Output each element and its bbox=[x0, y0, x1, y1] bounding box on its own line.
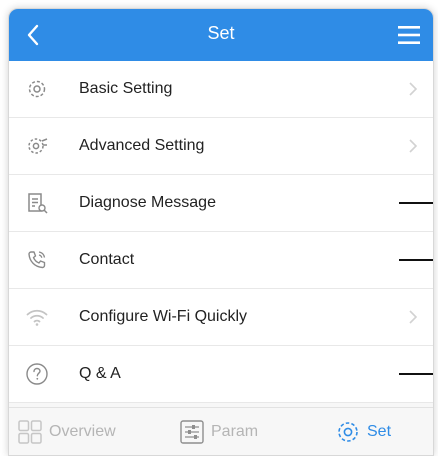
annotation-pointer-line bbox=[399, 373, 433, 375]
page-title: Set bbox=[207, 23, 235, 43]
settings-list: Basic Setting Advanced Setting Diagnose … bbox=[9, 61, 433, 403]
top-bar: Set bbox=[9, 9, 433, 61]
sliders-icon bbox=[180, 420, 204, 444]
menu-item-diagnose-message[interactable]: Diagnose Message bbox=[9, 175, 433, 232]
grid-icon bbox=[18, 420, 42, 444]
annotation-pointer-line bbox=[399, 259, 433, 261]
app-window: Set Basic Setting Advanced Setting Diagn… bbox=[8, 8, 434, 456]
advanced-gear-icon bbox=[25, 134, 49, 158]
menu-item-qa[interactable]: Q & A bbox=[9, 346, 433, 403]
tab-set[interactable]: Set bbox=[335, 408, 392, 455]
phone-icon bbox=[25, 248, 49, 272]
menu-item-label: Diagnose Message bbox=[79, 194, 216, 211]
menu-button[interactable] bbox=[393, 19, 425, 51]
menu-item-label: Advanced Setting bbox=[79, 137, 205, 154]
menu-item-advanced-setting[interactable]: Advanced Setting bbox=[9, 118, 433, 175]
annotation-pointer-line bbox=[399, 202, 433, 204]
tab-param[interactable]: Param bbox=[179, 408, 259, 455]
menu-item-label: Contact bbox=[79, 251, 135, 268]
bottom-tab-bar: Overview Param Set bbox=[9, 407, 433, 455]
tab-label: Set bbox=[367, 423, 392, 440]
chevron-right-icon bbox=[409, 82, 418, 96]
menu-item-configure-wifi[interactable]: Configure Wi-Fi Quickly bbox=[9, 289, 433, 346]
menu-item-label: Basic Setting bbox=[79, 80, 173, 97]
wifi-icon bbox=[25, 305, 49, 329]
menu-item-contact[interactable]: Contact bbox=[9, 232, 433, 289]
menu-item-label: Q & A bbox=[79, 365, 121, 382]
menu-item-label: Configure Wi-Fi Quickly bbox=[79, 308, 248, 325]
gear-icon bbox=[338, 422, 358, 442]
tab-overview[interactable]: Overview bbox=[17, 408, 116, 455]
tab-label: Param bbox=[211, 423, 259, 440]
tab-label: Overview bbox=[49, 423, 116, 440]
chevron-right-icon bbox=[409, 310, 418, 324]
menu-item-basic-setting[interactable]: Basic Setting bbox=[9, 61, 433, 118]
gear-icon bbox=[25, 77, 49, 101]
chevron-right-icon bbox=[409, 139, 418, 153]
question-circle-icon bbox=[25, 362, 49, 386]
document-search-icon bbox=[25, 191, 49, 215]
hamburger-menu-icon bbox=[398, 26, 420, 44]
